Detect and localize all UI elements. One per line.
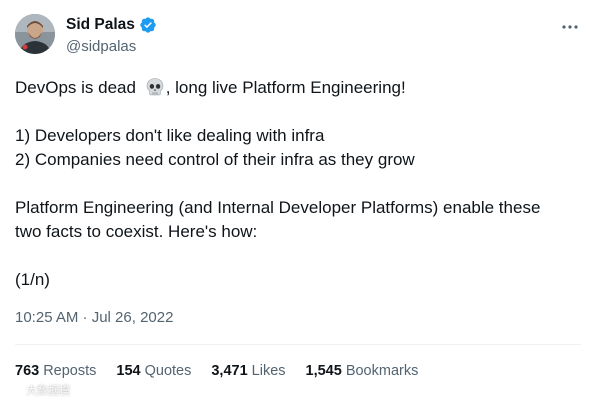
tweet-line-1: DevOps is dead , long live Platform Engi… — [15, 76, 575, 100]
divider — [15, 344, 581, 345]
reposts-label: Reposts — [43, 363, 97, 379]
tweet-line-4: 2) Companies need control of their infra… — [15, 150, 415, 169]
watermark: 大数据模 — [6, 382, 70, 398]
more-options-icon[interactable] — [560, 20, 580, 34]
engagement-stats: 763 Reposts 154 Quotes 3,471 Likes 1,545 Boo… — [15, 361, 438, 381]
quotes-stat[interactable]: 154 Quotes — [116, 361, 191, 381]
name-row: Sid Palas — [66, 15, 157, 35]
reposts-count: 763 — [15, 363, 40, 379]
tweet-timestamp[interactable]: 10:25 AM · Jul 26, 2022 — [15, 308, 173, 328]
reposts-stat[interactable]: 763 Reposts — [15, 361, 96, 381]
bookmarks-label: Bookmarks — [345, 363, 419, 379]
author-block: Sid Palas @sidpalas — [66, 15, 157, 57]
verified-badge-icon — [139, 16, 157, 34]
tweet-line-1-end: , long live Platform Engineering! — [165, 78, 406, 97]
quotes-label: Quotes — [144, 363, 192, 379]
skull-icon — [145, 77, 165, 97]
watermark-text: 大数据模 — [26, 385, 70, 397]
avatar[interactable] — [15, 14, 55, 54]
likes-label: Likes — [251, 363, 286, 379]
watermark-logo-icon — [6, 385, 23, 395]
likes-count: 3,471 — [211, 363, 248, 379]
tweet-body: DevOps is dead , long live Platform Engi… — [15, 76, 575, 292]
quotes-count: 154 — [116, 363, 141, 379]
handle[interactable]: @sidpalas — [66, 37, 157, 57]
tweet-line-1-start: DevOps is dead — [15, 78, 141, 97]
tweet-line-3: 1) Developers don't like dealing with in… — [15, 126, 325, 145]
likes-stat[interactable]: 3,471 Likes — [211, 361, 285, 381]
bookmarks-stat[interactable]: 1,545 Bookmarks — [306, 361, 419, 381]
display-name[interactable]: Sid Palas — [66, 15, 135, 35]
tweet-card: Sid Palas @sidpalas DevOps is dead , lon… — [0, 0, 596, 402]
tweet-line-6: Platform Engineering (and Internal Devel… — [15, 198, 541, 217]
bookmarks-count: 1,545 — [305, 363, 342, 379]
tweet-line-9: (1/n) — [15, 270, 50, 289]
tweet-line-7: two facts to coexist. Here's how: — [15, 222, 258, 241]
